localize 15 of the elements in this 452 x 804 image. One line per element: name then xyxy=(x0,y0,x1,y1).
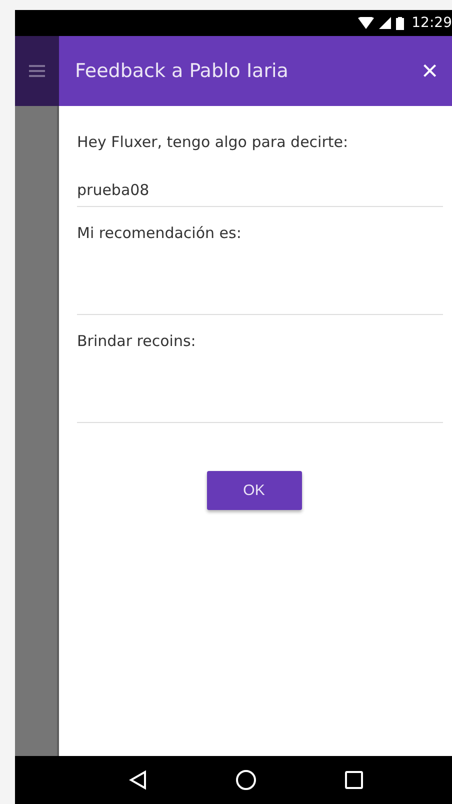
battery-icon xyxy=(396,16,404,30)
dialog-title: Feedback a Pablo Iaria xyxy=(75,60,288,82)
input-field[interactable]: prueba08 xyxy=(77,177,443,207)
intro-text: Hey Fluxer, tengo algo para decirte: xyxy=(77,133,350,151)
input-field[interactable]: Mi recomendación es: xyxy=(77,215,443,315)
home-icon[interactable] xyxy=(235,769,257,791)
menu-icon[interactable] xyxy=(29,65,45,77)
back-icon[interactable] xyxy=(129,770,147,790)
recents-icon[interactable] xyxy=(345,771,363,789)
status-time: 12:29 xyxy=(412,15,452,31)
input-field[interactable]: Brindar recoins: xyxy=(77,323,443,423)
signal-icon xyxy=(378,17,391,29)
wifi-icon xyxy=(358,17,374,29)
close-button[interactable]: × xyxy=(418,57,442,85)
ok-button[interactable]: OK xyxy=(206,471,302,510)
